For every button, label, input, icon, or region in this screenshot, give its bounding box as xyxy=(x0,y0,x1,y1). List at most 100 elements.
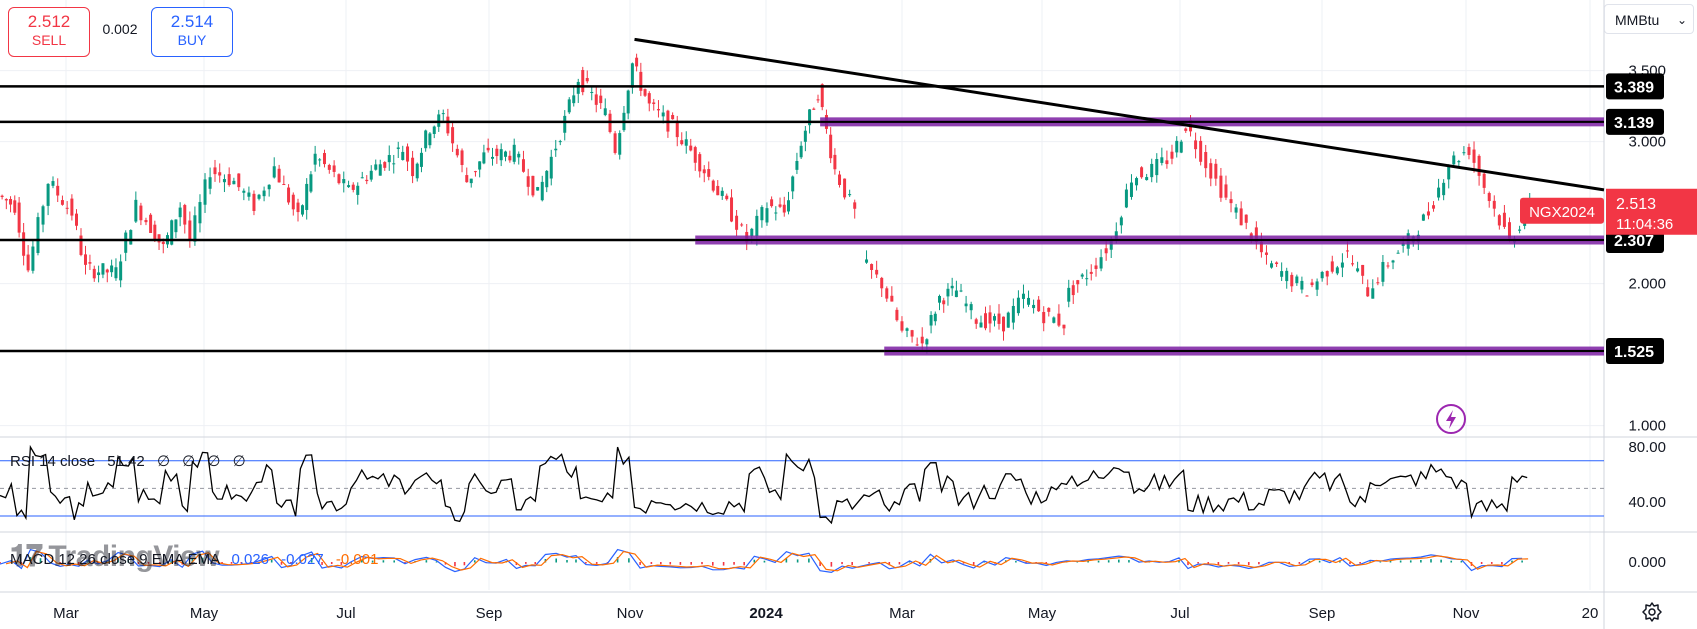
macd-legend[interactable]: MACD 12 26 close 9 EMA EMA 0.026 -0.027 … xyxy=(10,551,378,568)
rsi-tick-label: 40.00 xyxy=(1628,494,1666,511)
unit-value: MMBtu xyxy=(1615,12,1660,28)
candle-body xyxy=(9,199,13,205)
candle-body xyxy=(803,130,807,142)
macd-histogram-bar xyxy=(525,562,527,564)
macd-histogram-bar xyxy=(972,562,975,565)
candle-body xyxy=(993,316,996,321)
candle-body xyxy=(1076,280,1080,285)
unit-selector[interactable]: MMBtu ⌄ xyxy=(1604,4,1694,34)
candle-body xyxy=(174,219,178,233)
macd-histogram-bar xyxy=(1107,560,1110,563)
candle-body xyxy=(829,134,833,159)
candle-body xyxy=(833,154,837,170)
candle-body xyxy=(870,264,874,270)
macd-histogram-bar xyxy=(743,562,745,566)
candle-body xyxy=(1219,175,1223,198)
candle-body xyxy=(419,152,423,167)
candle-body xyxy=(222,179,226,183)
candle-body xyxy=(1089,271,1093,274)
candle-body xyxy=(351,184,355,190)
candle-body xyxy=(1457,161,1461,163)
candle-body xyxy=(816,99,820,101)
candle-body xyxy=(282,184,286,186)
candle-body xyxy=(526,176,530,187)
candle-body xyxy=(1140,167,1144,178)
candle-body xyxy=(1184,128,1188,131)
candle-body xyxy=(1214,163,1218,179)
candle-body xyxy=(347,185,351,188)
candle-body xyxy=(942,300,946,305)
candle-body xyxy=(1037,299,1041,312)
candle-body xyxy=(1067,287,1071,302)
candle-body xyxy=(1032,304,1036,309)
candle-body xyxy=(1155,159,1159,176)
candle-body xyxy=(618,133,622,155)
candle-body xyxy=(1119,217,1123,226)
candle-body xyxy=(603,108,607,116)
macd-histogram-bar xyxy=(1097,560,1100,563)
macd-histogram-bar xyxy=(595,562,598,564)
gear-icon[interactable] xyxy=(1640,600,1664,624)
candle-body xyxy=(4,199,8,201)
candle-body xyxy=(599,95,603,104)
candle-body xyxy=(1285,270,1289,282)
candle-body xyxy=(300,205,304,215)
candle-body xyxy=(97,272,101,276)
candle-body xyxy=(540,181,544,201)
candle-body xyxy=(517,153,521,158)
candle-body xyxy=(272,166,276,178)
candle-body xyxy=(1280,271,1284,277)
candle-body xyxy=(1305,295,1309,297)
rsi-legend[interactable]: RSI 14 close 51.42 ∅ ∅ ∅ ∅ xyxy=(10,452,250,470)
macd-histogram-bar xyxy=(660,562,662,565)
candle-body xyxy=(630,63,634,88)
candle-body xyxy=(572,95,576,104)
candle-body xyxy=(1432,205,1436,209)
candle-body xyxy=(213,167,217,175)
price-chart[interactable]: 3.5003.0002.0001.0003.3893.1392.3071.525… xyxy=(0,0,1697,629)
candle-body xyxy=(656,109,660,111)
candle-body xyxy=(144,220,148,223)
macd-histogram-bar xyxy=(1440,559,1442,563)
candle-body xyxy=(626,90,630,114)
macd-value-1: 0.026 xyxy=(231,551,269,568)
candle-body xyxy=(725,195,729,200)
macd-histogram-bar xyxy=(1247,562,1250,566)
candle-body xyxy=(1027,297,1031,305)
candle-body xyxy=(396,147,400,149)
candle-body xyxy=(988,312,992,324)
candle-body xyxy=(635,57,639,67)
candle-body xyxy=(890,295,894,302)
candle-body xyxy=(46,183,50,206)
macd-histogram-bar xyxy=(763,560,766,563)
candle-body xyxy=(313,153,317,165)
candle-body xyxy=(342,179,346,184)
lightning-icon[interactable] xyxy=(1435,403,1467,435)
macd-histogram-bar xyxy=(473,560,476,563)
candle-body xyxy=(305,183,309,210)
x-axis-label: May xyxy=(190,605,219,622)
candle-body xyxy=(1129,182,1133,197)
candle-body xyxy=(1275,262,1279,265)
macd-histogram-bar xyxy=(1460,561,1463,563)
candle-body xyxy=(237,173,241,188)
buy-button[interactable]: 2.514 BUY xyxy=(151,7,233,57)
candle-body xyxy=(392,163,396,165)
x-axis-label: May xyxy=(1028,605,1057,622)
candle-body xyxy=(778,204,782,207)
candle-body xyxy=(1021,293,1025,299)
spread-value: 0.002 xyxy=(102,21,138,37)
candle-body xyxy=(1467,147,1471,155)
candle-body xyxy=(1175,140,1179,153)
candle-body xyxy=(504,151,508,157)
candle-body xyxy=(1047,307,1051,312)
candle-body xyxy=(576,81,580,94)
candle-body xyxy=(820,84,824,108)
x-axis-label: Jul xyxy=(1170,605,1189,622)
macd-histogram-bar xyxy=(712,562,714,566)
candle-body xyxy=(799,145,803,158)
candle-body xyxy=(997,313,1001,324)
sell-button[interactable]: 2.512 SELL xyxy=(8,7,90,57)
candle-body xyxy=(356,185,360,195)
macd-histogram-bar xyxy=(393,560,395,563)
